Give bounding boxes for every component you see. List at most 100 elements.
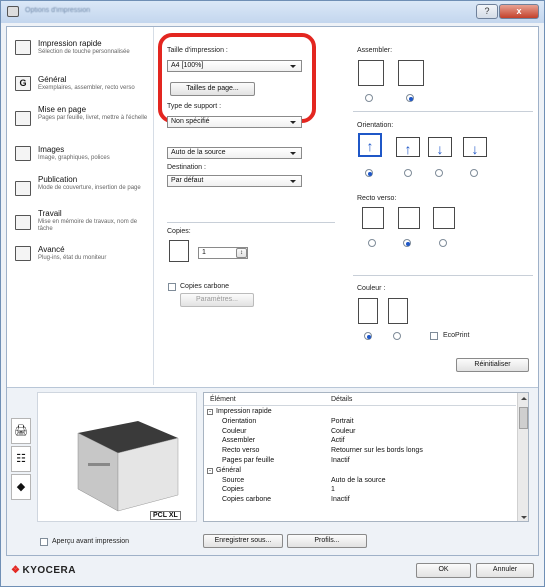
title-bar[interactable]: Options d'impression ? x [1,1,544,23]
chevron-down-icon [290,65,296,68]
table-row[interactable]: - Général [204,467,516,476]
row-element: Copies [222,486,244,494]
table-row[interactable]: Pages par feuille Inactif [204,457,516,466]
table-row[interactable]: Assembler Actif [204,437,516,446]
print-preview-label: Aperçu avant impression [52,538,130,545]
sidebar-item-description: Mise en mémoire de travaux, nom de tâche [38,219,138,232]
sidebar-item-images[interactable]: Images Image, graphiques, polices [11,143,151,171]
carbon-copies-checkbox[interactable] [168,283,176,291]
row-element: Pages par feuille [222,457,275,464]
landscape-rotated-icon[interactable]: ↓ [463,137,487,157]
layout-icon [15,111,31,126]
collapse-icon[interactable]: - [207,467,213,474]
profiles-button[interactable]: Profils... [287,534,367,548]
sidebar-item-description: Pages par feuille, livret, mettre à l'éc… [38,115,148,121]
help-button[interactable]: ? [476,4,498,19]
row-detail: 1 [331,486,335,494]
reset-button[interactable]: Réinitialiser [456,358,529,372]
table-row[interactable]: Couleur Couleur [204,428,516,437]
divider [167,222,335,223]
scroll-down-icon[interactable] [521,516,527,519]
collate-on-radio[interactable] [406,94,414,102]
collate-label: Assembler: [357,47,393,54]
media-type-label: Type de support : [167,103,222,110]
close-button[interactable]: x [499,4,539,19]
document-view-tab[interactable]: ☷ [11,446,31,472]
printer-view-tab[interactable]: 🖨 [11,418,31,444]
single-sided-icon [362,207,384,229]
row-element: Source [222,476,245,484]
collapse-icon[interactable]: - [207,409,213,415]
row-detail: Inactif [331,496,350,504]
row-element: Général [216,466,241,474]
page-sizes-button[interactable]: Tailles de page... [170,82,255,96]
source-select[interactable]: Auto de la source [167,147,302,159]
portrait-icon[interactable]: ↑ [358,133,382,157]
portrait-rotated-icon[interactable]: ↓ [428,137,452,157]
duplex-off-radio[interactable] [368,239,376,247]
sidebar-item-avance[interactable]: Avancé Plug-ins, état du moniteur [11,243,151,271]
orientation-portrait-rotated-radio[interactable] [435,169,443,177]
scroll-thumb[interactable] [519,407,528,429]
table-row[interactable]: Copies carbone Inactif [204,496,516,505]
cancel-button[interactable]: Annuler [476,563,534,578]
table-row[interactable]: - Impression rapide [204,408,516,417]
orientation-label: Orientation: [357,122,394,129]
print-options-window: Options d'impression ? x Impression rapi… [0,0,545,587]
sidebar-item-description: Exemplaires, assembler, recto verso [38,85,135,91]
orientation-landscape-radio[interactable] [404,169,412,177]
print-preview-checkbox[interactable] [40,538,48,546]
sidebar-item-publication[interactable]: Publication Mode de couverture, insertio… [11,173,151,205]
table-row[interactable]: Source Auto de la source [204,477,516,486]
orientation-landscape-rotated-radio[interactable] [470,169,478,177]
column-element: Élément [210,396,236,403]
color-view-tab[interactable]: ◆ [11,474,31,500]
copies-stepper[interactable]: ↕ [236,248,247,258]
ok-button[interactable]: OK [416,563,471,578]
scroll-up-icon[interactable] [521,397,527,400]
vertical-scrollbar[interactable] [517,393,528,521]
sidebar-item-general[interactable]: G Général Exemplaires, assembler, recto … [11,73,151,101]
duplex-long-edge-radio[interactable] [403,239,411,247]
sidebar-item-mise-en-page[interactable]: Mise en page Pages par feuille, livret, … [11,103,151,133]
publication-icon [15,181,31,196]
sidebar-item-impression-rapide[interactable]: Impression rapide Sélection de touche pe… [11,37,151,65]
destination-select[interactable]: Par défaut [167,175,302,187]
grayscale-icon [388,298,408,324]
table-row[interactable]: Copies 1 [204,486,516,495]
landscape-icon[interactable]: ↑ [396,137,420,157]
divider [353,111,533,112]
ecoprint-label: EcoPrint [443,332,470,339]
ecoprint-checkbox[interactable] [430,332,438,340]
media-type-select[interactable]: Non spécifié [167,116,302,128]
save-as-button[interactable]: Enregistrer sous... [203,534,283,548]
sidebar-item-description: Mode de couverture, insertion de page [38,185,141,191]
column-details: Détails [331,396,353,403]
sidebar-item-label: Travail [38,209,62,218]
category-sidebar: Impression rapide Sélection de touche pe… [7,27,154,385]
row-detail: Inactif [331,457,350,464]
collate-off-radio[interactable] [365,94,373,102]
pdl-badge: PCL XL [150,511,181,520]
table-row[interactable]: Orientation Portrait [204,418,516,427]
grayscale-radio[interactable] [393,332,401,340]
color-radio[interactable] [364,332,372,340]
duplex-short-edge-radio[interactable] [439,239,447,247]
duplex-label: Recto verso: [357,195,397,202]
chevron-down-icon [290,152,296,155]
parameters-button[interactable]: Paramètres... [180,293,254,307]
sidebar-item-description: Sélection de touche personnalisée [38,49,130,55]
orientation-portrait-radio[interactable] [365,169,373,177]
printer-app-icon [7,6,19,17]
copies-icon [169,240,189,262]
chevron-down-icon [290,121,296,124]
print-size-select[interactable]: A4 [100%] [167,60,302,72]
chevron-down-icon [290,180,296,183]
sidebar-item-travail[interactable]: Travail Mise en mémoire de travaux, nom … [11,207,151,239]
sidebar-item-description: Plug-ins, état du moniteur [38,255,107,261]
row-element: Couleur [222,427,247,435]
uncollated-pages-icon [358,60,384,86]
settings-summary-list[interactable]: Élément Détails - Impression rapide Orient… [203,392,529,522]
table-row[interactable]: Recto verso Retourner sur les bords longs [204,447,516,456]
sidebar-item-label: Publication [38,175,78,184]
